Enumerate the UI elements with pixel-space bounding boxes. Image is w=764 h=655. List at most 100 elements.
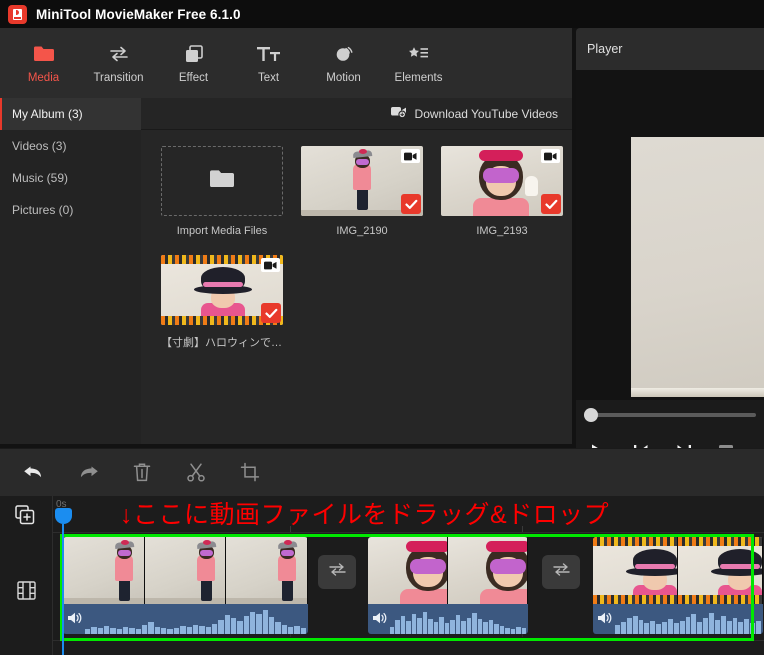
waveform bbox=[85, 608, 307, 634]
crop-icon[interactable] bbox=[238, 461, 262, 485]
media-item-name: IMG_2193 bbox=[476, 225, 528, 237]
media-thumbnail-0[interactable] bbox=[301, 146, 423, 216]
tab-transition-label: Transition bbox=[93, 71, 144, 84]
clip-frame bbox=[226, 537, 308, 604]
add-media-icon[interactable] bbox=[14, 504, 36, 526]
import-media-files-button[interactable] bbox=[161, 146, 283, 216]
tab-transition[interactable]: Transition bbox=[81, 32, 156, 94]
import-media-cell: Import Media Files bbox=[161, 146, 283, 237]
tab-elements[interactable]: Elements bbox=[381, 32, 456, 94]
folder-icon bbox=[33, 43, 55, 65]
clip-frame bbox=[144, 537, 227, 604]
drag-drop-hint-text: ↓ここに動画ファイルをドラッグ&ドロップ bbox=[120, 501, 610, 529]
star-list-icon bbox=[407, 43, 431, 65]
media-categories: Videos (3) Music (59) Pictures (0) bbox=[0, 130, 141, 444]
tab-effect[interactable]: Effect bbox=[156, 32, 231, 94]
film-strip-icon bbox=[15, 579, 37, 601]
player-stage[interactable] bbox=[576, 70, 764, 400]
edit-toolbar bbox=[0, 448, 764, 496]
timeline-track-headers bbox=[0, 496, 52, 655]
import-media-files-label: Import Media Files bbox=[176, 225, 268, 237]
swap-arrows-icon bbox=[108, 43, 130, 65]
redo-button[interactable] bbox=[76, 461, 100, 485]
timeline-clip[interactable] bbox=[593, 537, 763, 634]
speaker-icon[interactable] bbox=[67, 611, 82, 626]
clip-frames bbox=[593, 537, 763, 604]
layers-icon bbox=[183, 43, 205, 65]
timeline-clip[interactable] bbox=[63, 537, 308, 634]
playhead-line bbox=[62, 524, 64, 655]
download-youtube-videos-button[interactable]: Download YouTube Videos bbox=[390, 98, 558, 130]
playhead-handle[interactable] bbox=[55, 508, 72, 524]
selected-check-icon[interactable] bbox=[261, 303, 281, 323]
media-thumbnail-1[interactable] bbox=[441, 146, 563, 216]
media-item: IMG_2193 bbox=[441, 146, 563, 237]
player-video-preview bbox=[631, 137, 764, 397]
media-thumbnail-2[interactable] bbox=[161, 255, 283, 325]
timeline-clip[interactable] bbox=[368, 537, 528, 634]
media-item-name: IMG_2190 bbox=[336, 225, 388, 237]
transition-slot-1[interactable] bbox=[318, 555, 356, 589]
video-type-icon bbox=[261, 258, 280, 272]
clip-frame bbox=[448, 537, 528, 604]
clip-audio-waveform bbox=[593, 604, 763, 634]
my-album-label: My Album (3) bbox=[12, 107, 83, 121]
tab-text[interactable]: Text bbox=[231, 32, 306, 94]
download-youtube-label: Download YouTube Videos bbox=[414, 107, 558, 121]
speaker-icon[interactable] bbox=[597, 611, 612, 626]
tab-media[interactable]: Media bbox=[6, 32, 81, 94]
clip-frame bbox=[368, 537, 448, 604]
video-type-icon bbox=[401, 149, 420, 163]
window-title: MiniTool MovieMaker Free 6.1.0 bbox=[36, 6, 241, 22]
tab-my-album[interactable]: My Album (3) bbox=[0, 98, 141, 130]
title-bar: MiniTool MovieMaker Free 6.1.0 bbox=[0, 0, 764, 28]
clip-audio-waveform bbox=[368, 604, 528, 634]
tab-text-label: Text bbox=[257, 71, 280, 84]
seek-handle[interactable] bbox=[584, 408, 598, 422]
clip-frames bbox=[368, 537, 528, 604]
media-item-name: 【寸劇】ハロウィンでちー… bbox=[161, 337, 283, 349]
selected-check-icon[interactable] bbox=[541, 194, 561, 214]
clip-audio-waveform bbox=[63, 604, 308, 634]
tab-media-label: Media bbox=[27, 71, 60, 84]
youtube-download-icon bbox=[390, 105, 407, 123]
media-grid: Import Media Files IMG_2190 IMG_2193 【寸劇… bbox=[141, 130, 572, 444]
undo-button[interactable] bbox=[22, 461, 46, 485]
tab-effect-label: Effect bbox=[178, 71, 209, 84]
waveform bbox=[390, 608, 527, 634]
tab-motion-label: Motion bbox=[326, 71, 361, 84]
video-type-icon bbox=[541, 149, 560, 163]
player-header: Player bbox=[576, 28, 764, 70]
selected-check-icon[interactable] bbox=[401, 194, 421, 214]
clip-frame bbox=[678, 537, 763, 604]
swap-arrows-icon bbox=[328, 562, 347, 582]
tab-elements-label: Elements bbox=[394, 71, 443, 84]
timeline-divider-top bbox=[0, 532, 764, 533]
tab-motion[interactable]: Motion bbox=[306, 32, 381, 94]
seek-track[interactable] bbox=[584, 408, 756, 422]
sidebar-item-pictures[interactable]: Pictures (0) bbox=[0, 194, 141, 226]
motion-ellipse-icon bbox=[333, 43, 355, 65]
main-toolbar: Media Transition Effect Text Motion Elem… bbox=[0, 28, 572, 98]
media-item: IMG_2190 bbox=[301, 146, 423, 237]
folder-open-icon bbox=[209, 168, 235, 194]
trash-icon[interactable] bbox=[130, 461, 154, 485]
clip-frames bbox=[63, 537, 308, 604]
transition-slot-2[interactable] bbox=[542, 555, 580, 589]
video-track[interactable] bbox=[53, 537, 764, 637]
text-tt-icon bbox=[256, 43, 282, 65]
scissors-icon[interactable] bbox=[184, 461, 208, 485]
sidebar-item-music[interactable]: Music (59) bbox=[0, 162, 141, 194]
player-title: Player bbox=[587, 42, 623, 56]
swap-arrows-icon bbox=[552, 562, 571, 582]
music-label: Music (59) bbox=[12, 171, 69, 185]
moviemaker-logo-icon bbox=[8, 4, 27, 24]
pictures-label: Pictures (0) bbox=[12, 203, 74, 217]
sidebar-item-videos[interactable]: Videos (3) bbox=[0, 130, 141, 162]
waveform bbox=[615, 608, 761, 634]
media-item: 【寸劇】ハロウィンでちー… bbox=[161, 255, 283, 350]
speaker-icon[interactable] bbox=[372, 611, 387, 626]
media-subheader: My Album (3) Download YouTube Videos bbox=[0, 98, 572, 130]
player-controls bbox=[576, 428, 764, 448]
player-seek-bar[interactable] bbox=[576, 400, 764, 430]
